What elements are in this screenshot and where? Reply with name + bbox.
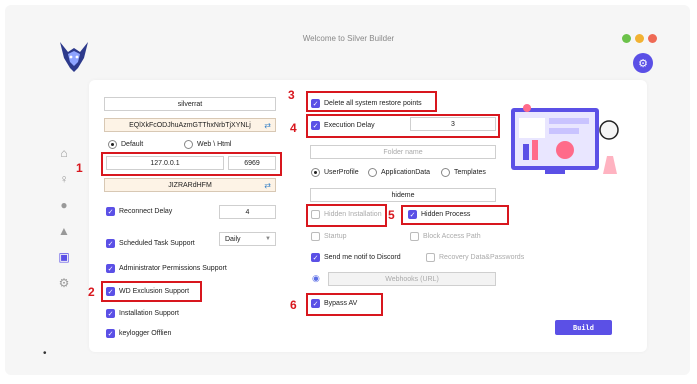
mutex-field[interactable]: JIZRARdHFM ⇄: [104, 178, 276, 192]
annotation-3: 3: [288, 88, 295, 102]
annotation-4: 4: [290, 121, 297, 135]
folder-name-input[interactable]: Folder name: [310, 145, 496, 159]
startup-checkbox[interactable]: Startup: [311, 232, 347, 241]
schedule-select[interactable]: Daily ▼: [219, 232, 276, 246]
keylogger-checkbox[interactable]: ✓ keylogger Offlien: [106, 329, 171, 338]
radio-userprofile[interactable]: UserProfile: [311, 168, 359, 177]
reconnect-checkbox[interactable]: ✓ Reconnect Delay: [106, 207, 172, 216]
annotation-2: 2: [88, 285, 95, 299]
discord-icon: ◉: [312, 273, 320, 283]
build-icon[interactable]: ▣: [56, 249, 72, 265]
highlight-box-6: [306, 293, 383, 316]
radio-appdata[interactable]: ApplicationData: [368, 168, 430, 177]
scheduled-checkbox[interactable]: ✓ Scheduled Task Support: [106, 239, 195, 248]
annotation-1: 1: [76, 161, 83, 175]
admin-checkbox[interactable]: ✓ Administrator Permissions Support: [106, 264, 227, 273]
recovery-checkbox[interactable]: Recovery Data&Passwords: [426, 253, 524, 262]
block-access-checkbox[interactable]: Block Access Path: [410, 232, 481, 241]
bullet-dot: •: [43, 348, 47, 359]
bell-icon[interactable]: ▲: [56, 223, 72, 239]
close-button[interactable]: [648, 34, 657, 43]
radio-templates[interactable]: Templates: [441, 168, 486, 177]
highlight-box-2: [101, 281, 202, 302]
user-icon[interactable]: ●: [56, 197, 72, 213]
reconnect-input[interactable]: 4: [219, 205, 276, 219]
annotation-6: 6: [290, 298, 297, 312]
chevron-down-icon: ▼: [265, 236, 271, 242]
app-logo: [60, 42, 88, 72]
highlight-box-hidden-installation: [306, 204, 387, 227]
highlight-box-5: [401, 205, 509, 225]
window-controls: [622, 34, 657, 43]
key-field[interactable]: EQlXkFcODJhuAzmGTThxNrbTjXYNLj ⇄: [104, 118, 276, 132]
annotation-5: 5: [388, 208, 395, 222]
window-title: Welcome to Silver Builder: [302, 34, 395, 43]
gear-icon: ⚙: [638, 57, 648, 70]
radio-web[interactable]: Web \ Html: [184, 140, 232, 149]
home-icon[interactable]: ⌂: [56, 145, 72, 161]
radio-default[interactable]: Default: [108, 140, 143, 149]
hide-name-input[interactable]: hideme: [310, 188, 496, 202]
gear-icon[interactable]: ⚙: [56, 275, 72, 291]
minimize-button[interactable]: [635, 34, 644, 43]
settings-button[interactable]: ⚙: [633, 53, 653, 73]
highlight-box-4: [306, 114, 500, 138]
discord-notif-checkbox[interactable]: ✓ Send me notif to Discord: [311, 253, 401, 262]
highlight-box-1: [101, 152, 282, 176]
builder-illustration: [511, 104, 619, 174]
build-button[interactable]: Build: [555, 320, 612, 335]
refresh-icon[interactable]: ⇄: [264, 181, 271, 190]
bulb-icon[interactable]: ♀: [56, 171, 72, 187]
refresh-icon[interactable]: ⇄: [264, 121, 271, 130]
webhook-input[interactable]: Webhooks (URL): [328, 272, 496, 286]
name-field[interactable]: silverrat: [104, 97, 276, 111]
highlight-box-3: [306, 91, 437, 112]
maximize-button[interactable]: [622, 34, 631, 43]
installation-checkbox[interactable]: ✓ Installation Support: [106, 309, 179, 318]
